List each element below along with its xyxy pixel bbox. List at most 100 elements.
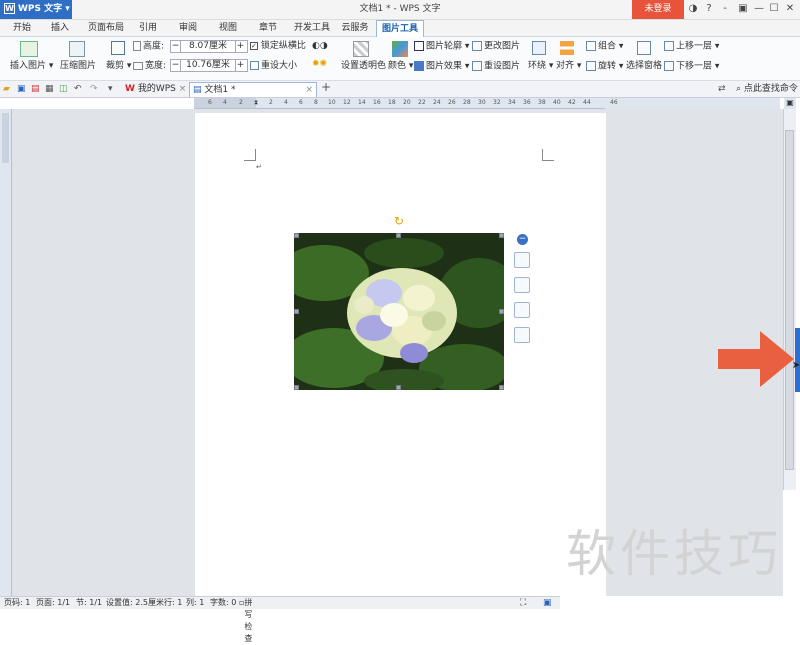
- rotate-button[interactable]: 旋转 ▾: [586, 61, 623, 73]
- insert-picture-button[interactable]: 插入图片 ▾: [10, 41, 53, 72]
- scrollbar-thumb[interactable]: [785, 130, 794, 470]
- tab-developer[interactable]: 开发工具: [290, 20, 334, 37]
- collapse-icon[interactable]: −: [517, 234, 528, 245]
- chevron-down-icon[interactable]: ▾: [108, 84, 113, 95]
- fullscreen-icon[interactable]: ⛶: [520, 597, 526, 609]
- restore-icon[interactable]: ▣: [736, 2, 750, 16]
- resize-handle[interactable]: [396, 233, 401, 238]
- picture-outline-button[interactable]: 图片轮廓 ▾: [414, 41, 469, 53]
- height-value[interactable]: 8.07厘米: [181, 41, 235, 52]
- width-stepper[interactable]: −10.76厘米 +: [170, 59, 248, 72]
- selected-picture[interactable]: [294, 233, 504, 390]
- close-button[interactable]: ✕: [783, 2, 797, 16]
- maximize-button[interactable]: ☐: [767, 2, 781, 16]
- compress-picture-button[interactable]: 压缩图片: [60, 41, 96, 72]
- selection-pane-button[interactable]: 选择窗格: [626, 41, 662, 72]
- picture-effect-button[interactable]: 图片效果 ▾: [414, 61, 469, 73]
- group-button[interactable]: 组合 ▾: [586, 41, 623, 53]
- print-icon[interactable]: ▦: [45, 84, 54, 95]
- minimize-ribbon-icon[interactable]: -: [718, 2, 732, 16]
- height-increase[interactable]: +: [235, 41, 245, 52]
- wrap-button[interactable]: 环绕 ▾: [528, 41, 553, 72]
- crop-button[interactable]: 裁剪 ▾: [106, 41, 131, 72]
- ruler-tick: 6: [299, 99, 303, 106]
- reset-size-button[interactable]: 重设大小: [250, 61, 297, 72]
- tab-layout[interactable]: 页面布局: [84, 20, 128, 37]
- width-increase[interactable]: +: [235, 60, 245, 71]
- tab-chapter[interactable]: 章节: [252, 20, 284, 37]
- resize-handle[interactable]: [396, 385, 401, 390]
- undo-icon[interactable]: ↶: [74, 84, 82, 95]
- open-icon[interactable]: ▰: [3, 84, 10, 95]
- reset-picture-button[interactable]: 重设图片: [472, 61, 520, 73]
- status-words: 字数: 0: [210, 598, 237, 607]
- resize-handle[interactable]: [294, 309, 299, 314]
- vertical-ruler[interactable]: [0, 109, 12, 596]
- tab-references[interactable]: 引用: [132, 20, 164, 37]
- tab-home[interactable]: 开始: [6, 20, 38, 37]
- resize-handle[interactable]: [499, 233, 504, 238]
- skin-icon[interactable]: ◑: [686, 2, 700, 16]
- horizontal-ruler[interactable]: 6 4 2 ⧗ 2 4 6 8 10 12 14 16 18 20 22 24 …: [194, 98, 605, 109]
- crop-picture-icon[interactable]: [514, 302, 530, 318]
- change-picture-button[interactable]: 更改图片: [472, 41, 520, 53]
- save-icon[interactable]: ▣: [17, 84, 26, 95]
- redo-icon[interactable]: ↷: [90, 84, 98, 95]
- minimize-button[interactable]: —: [752, 2, 766, 16]
- color-button[interactable]: 颜色 ▾: [388, 41, 413, 72]
- resize-handle[interactable]: [294, 385, 299, 390]
- ruler-tick: 4: [223, 99, 227, 106]
- ruler-indent-marker[interactable]: ⧗: [254, 99, 258, 107]
- export-icon[interactable]: ▤: [31, 84, 40, 95]
- command-search[interactable]: ⌕ 点此查找命令: [736, 84, 798, 95]
- ruler-tick: 32: [493, 99, 501, 106]
- resize-handle[interactable]: [294, 233, 299, 238]
- page-view-icon[interactable]: ▣: [543, 597, 552, 609]
- help-icon[interactable]: ?: [702, 2, 716, 16]
- login-button[interactable]: 未登录: [632, 0, 684, 19]
- new-tab-button[interactable]: +: [321, 81, 331, 93]
- wrap-label: 环绕: [528, 61, 547, 71]
- layout-options-icon[interactable]: [514, 252, 530, 268]
- wps-logo-icon: W: [4, 3, 15, 14]
- ruler-toggle-icon[interactable]: ▣: [784, 98, 796, 109]
- app-menu-button[interactable]: W WPS 文字 ▾: [0, 0, 72, 19]
- align-button[interactable]: 对齐 ▾: [556, 41, 581, 72]
- preview-icon[interactable]: ◫: [59, 84, 68, 95]
- width-decrease[interactable]: −: [171, 60, 181, 71]
- tab-cloud[interactable]: 云服务: [338, 20, 372, 37]
- height-decrease[interactable]: −: [171, 41, 181, 52]
- brightness-contrast-buttons[interactable]: ◐◑: [312, 41, 328, 52]
- width-label: 宽度:: [133, 61, 166, 72]
- tab-review[interactable]: 审阅: [172, 20, 204, 37]
- tab-document-1[interactable]: ▤ 文档1 * ×: [189, 82, 317, 97]
- tab-my-wps[interactable]: W 我的WPS ×: [122, 82, 188, 97]
- resize-handle[interactable]: [499, 385, 504, 390]
- rotate-handle-icon[interactable]: ↻: [394, 214, 404, 228]
- status-bar: 页码: 1 页面: 1/1 节: 1/1 设置值: 2.5厘米 行: 1 列: …: [0, 596, 560, 643]
- height-icon: [133, 41, 141, 51]
- tab-picture-tools[interactable]: 图片工具: [376, 20, 424, 37]
- zoom-picture-icon[interactable]: [514, 277, 530, 293]
- bring-forward-button[interactable]: 上移一层 ▾: [664, 41, 719, 53]
- command-icon[interactable]: ⇄: [718, 84, 726, 95]
- spell-check-button[interactable]: ▫ 拼写检查: [239, 597, 252, 643]
- picture-effects-icon[interactable]: [514, 327, 530, 343]
- tab-view[interactable]: 视图: [212, 20, 244, 37]
- resize-handle[interactable]: [499, 309, 504, 314]
- tab-insert[interactable]: 插入: [44, 20, 76, 37]
- transparent-color-button[interactable]: 设置透明色: [341, 41, 386, 72]
- brightness-icon[interactable]: ✹✺: [312, 59, 327, 70]
- ruler-tick: 12: [343, 99, 351, 106]
- contrast-icon[interactable]: ◐◑: [312, 41, 328, 51]
- width-value[interactable]: 10.76厘米: [181, 60, 235, 71]
- change-picture-icon: [472, 41, 482, 51]
- height-stepper[interactable]: −8.07厘米 +: [170, 40, 248, 53]
- close-icon[interactable]: ×: [305, 83, 313, 97]
- picture-icon: [20, 41, 38, 57]
- lock-ratio-checkbox[interactable]: ✓ 锁定纵横比: [250, 41, 306, 52]
- send-backward-button[interactable]: 下移一层 ▾: [664, 61, 719, 73]
- close-icon[interactable]: ×: [179, 84, 187, 94]
- width-label-text: 宽度:: [145, 61, 167, 71]
- color-icon: [392, 41, 408, 57]
